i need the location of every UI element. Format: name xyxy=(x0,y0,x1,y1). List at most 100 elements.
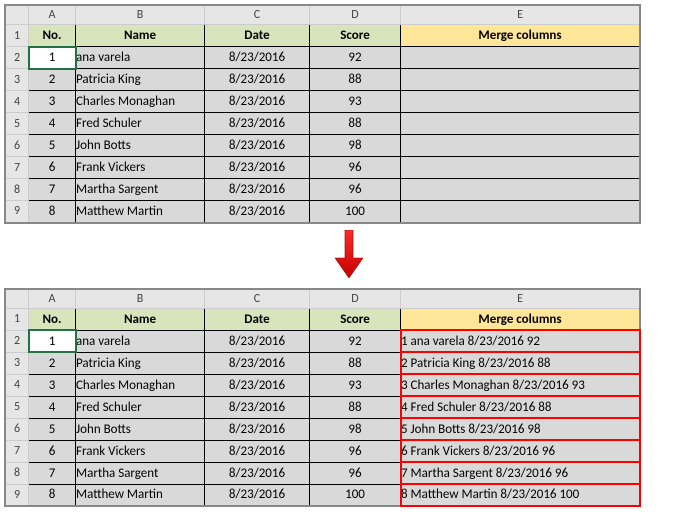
header-score[interactable]: Score xyxy=(310,25,401,47)
cell-merge[interactable]: 4 Fred Schuler 8/23/2016 88 xyxy=(401,396,641,418)
cell-name[interactable]: Charles Monaghan xyxy=(76,91,205,113)
row-header[interactable]: 1 xyxy=(5,308,29,330)
cell-date[interactable]: 8/23/2016 xyxy=(205,113,310,135)
cell-merge[interactable]: 1 ana varela 8/23/2016 92 xyxy=(401,330,641,352)
row-header[interactable]: 7 xyxy=(5,157,29,179)
cell-score[interactable]: 93 xyxy=(310,374,401,396)
cell-no[interactable]: 8 xyxy=(29,484,76,506)
cell-score[interactable]: 92 xyxy=(310,47,401,69)
cell-date[interactable]: 8/23/2016 xyxy=(205,157,310,179)
cell-score[interactable]: 92 xyxy=(310,330,401,352)
cell-score[interactable]: 96 xyxy=(310,179,401,201)
cell-merge[interactable]: 2 Patricia King 8/23/2016 88 xyxy=(401,352,641,374)
cell-date[interactable]: 8/23/2016 xyxy=(205,418,310,440)
cell-name[interactable]: John Botts xyxy=(76,418,205,440)
row-header[interactable]: 3 xyxy=(5,69,29,91)
cell-no[interactable]: 8 xyxy=(29,201,76,223)
cell-date[interactable]: 8/23/2016 xyxy=(205,201,310,223)
cell-date[interactable]: 8/23/2016 xyxy=(205,440,310,462)
col-header-C[interactable]: C xyxy=(205,5,310,25)
cell-merge[interactable] xyxy=(401,201,641,223)
cell-score[interactable]: 100 xyxy=(310,484,401,506)
cell-score[interactable]: 88 xyxy=(310,113,401,135)
cell-no[interactable]: 6 xyxy=(29,440,76,462)
col-header-D[interactable]: D xyxy=(310,289,401,309)
cell-date[interactable]: 8/23/2016 xyxy=(205,330,310,352)
cell-score[interactable]: 98 xyxy=(310,135,401,157)
cell-name[interactable]: Fred Schuler xyxy=(76,396,205,418)
cell-merge[interactable]: 6 Frank Vickers 8/23/2016 96 xyxy=(401,440,641,462)
cell-merge[interactable] xyxy=(401,47,641,69)
cell-name[interactable]: ana varela xyxy=(76,47,205,69)
cell-no[interactable]: 7 xyxy=(29,462,76,484)
header-merge[interactable]: Merge columns xyxy=(401,308,641,330)
header-merge[interactable]: Merge columns xyxy=(401,25,641,47)
col-header-A[interactable]: A xyxy=(29,289,76,309)
cell-name[interactable]: Patricia King xyxy=(76,352,205,374)
cell-name[interactable]: Charles Monaghan xyxy=(76,374,205,396)
cell-score[interactable]: 88 xyxy=(310,396,401,418)
cell-score[interactable]: 88 xyxy=(310,352,401,374)
col-header-D[interactable]: D xyxy=(310,5,401,25)
cell-score[interactable]: 98 xyxy=(310,418,401,440)
row-header[interactable]: 4 xyxy=(5,91,29,113)
cell-no[interactable]: 4 xyxy=(29,396,76,418)
cell-name[interactable]: John Botts xyxy=(76,135,205,157)
cell-name[interactable]: Fred Schuler xyxy=(76,113,205,135)
row-header[interactable]: 3 xyxy=(5,352,29,374)
cell-name[interactable]: Patricia King xyxy=(76,69,205,91)
cell-no[interactable]: 4 xyxy=(29,113,76,135)
row-header[interactable]: 9 xyxy=(5,201,29,223)
row-header[interactable]: 1 xyxy=(5,25,29,47)
cell-merge[interactable]: 7 Martha Sargent 8/23/2016 96 xyxy=(401,462,641,484)
cell-no[interactable]: 6 xyxy=(29,157,76,179)
cell-date[interactable]: 8/23/2016 xyxy=(205,179,310,201)
header-no[interactable]: No. xyxy=(29,25,76,47)
header-score[interactable]: Score xyxy=(310,308,401,330)
cell-date[interactable]: 8/23/2016 xyxy=(205,352,310,374)
header-date[interactable]: Date xyxy=(205,25,310,47)
cell-merge[interactable]: 5 John Botts 8/23/2016 98 xyxy=(401,418,641,440)
cell-score[interactable]: 100 xyxy=(310,201,401,223)
row-header[interactable]: 7 xyxy=(5,440,29,462)
header-name[interactable]: Name xyxy=(76,308,205,330)
col-header-E[interactable]: E xyxy=(401,289,641,309)
row-header[interactable]: 2 xyxy=(5,330,29,352)
cell-name[interactable]: Frank Vickers xyxy=(76,440,205,462)
cell-no[interactable]: 5 xyxy=(29,418,76,440)
cell-no[interactable]: 7 xyxy=(29,179,76,201)
cell-score[interactable]: 96 xyxy=(310,440,401,462)
cell-merge[interactable] xyxy=(401,113,641,135)
cell-date[interactable]: 8/23/2016 xyxy=(205,462,310,484)
cell-no[interactable]: 5 xyxy=(29,135,76,157)
cell-date[interactable]: 8/23/2016 xyxy=(205,135,310,157)
cell-no[interactable]: 3 xyxy=(29,374,76,396)
cell-score[interactable]: 96 xyxy=(310,462,401,484)
cell-date[interactable]: 8/23/2016 xyxy=(205,47,310,69)
col-header-E[interactable]: E xyxy=(401,5,641,25)
cell-merge[interactable]: 8 Matthew Martin 8/23/2016 100 xyxy=(401,484,641,506)
corner-cell[interactable] xyxy=(5,289,29,309)
cell-date[interactable]: 8/23/2016 xyxy=(205,484,310,506)
cell-merge[interactable]: 3 Charles Monaghan 8/23/2016 93 xyxy=(401,374,641,396)
cell-merge[interactable] xyxy=(401,135,641,157)
cell-name[interactable]: Frank Vickers xyxy=(76,157,205,179)
cell-name[interactable]: Martha Sargent xyxy=(76,179,205,201)
row-header[interactable]: 6 xyxy=(5,418,29,440)
cell-no[interactable]: 3 xyxy=(29,91,76,113)
cell-score[interactable]: 93 xyxy=(310,91,401,113)
col-header-B[interactable]: B xyxy=(76,5,205,25)
row-header[interactable]: 8 xyxy=(5,462,29,484)
row-header[interactable]: 6 xyxy=(5,135,29,157)
cell-merge[interactable] xyxy=(401,69,641,91)
cell-no[interactable]: 2 xyxy=(29,352,76,374)
col-header-C[interactable]: C xyxy=(205,289,310,309)
row-header[interactable]: 9 xyxy=(5,484,29,506)
row-header[interactable]: 5 xyxy=(5,396,29,418)
cell-no[interactable]: 2 xyxy=(29,69,76,91)
row-header[interactable]: 4 xyxy=(5,374,29,396)
cell-date[interactable]: 8/23/2016 xyxy=(205,91,310,113)
corner-cell[interactable] xyxy=(5,5,29,25)
col-header-A[interactable]: A xyxy=(29,5,76,25)
cell-no[interactable]: 1 xyxy=(29,330,76,352)
